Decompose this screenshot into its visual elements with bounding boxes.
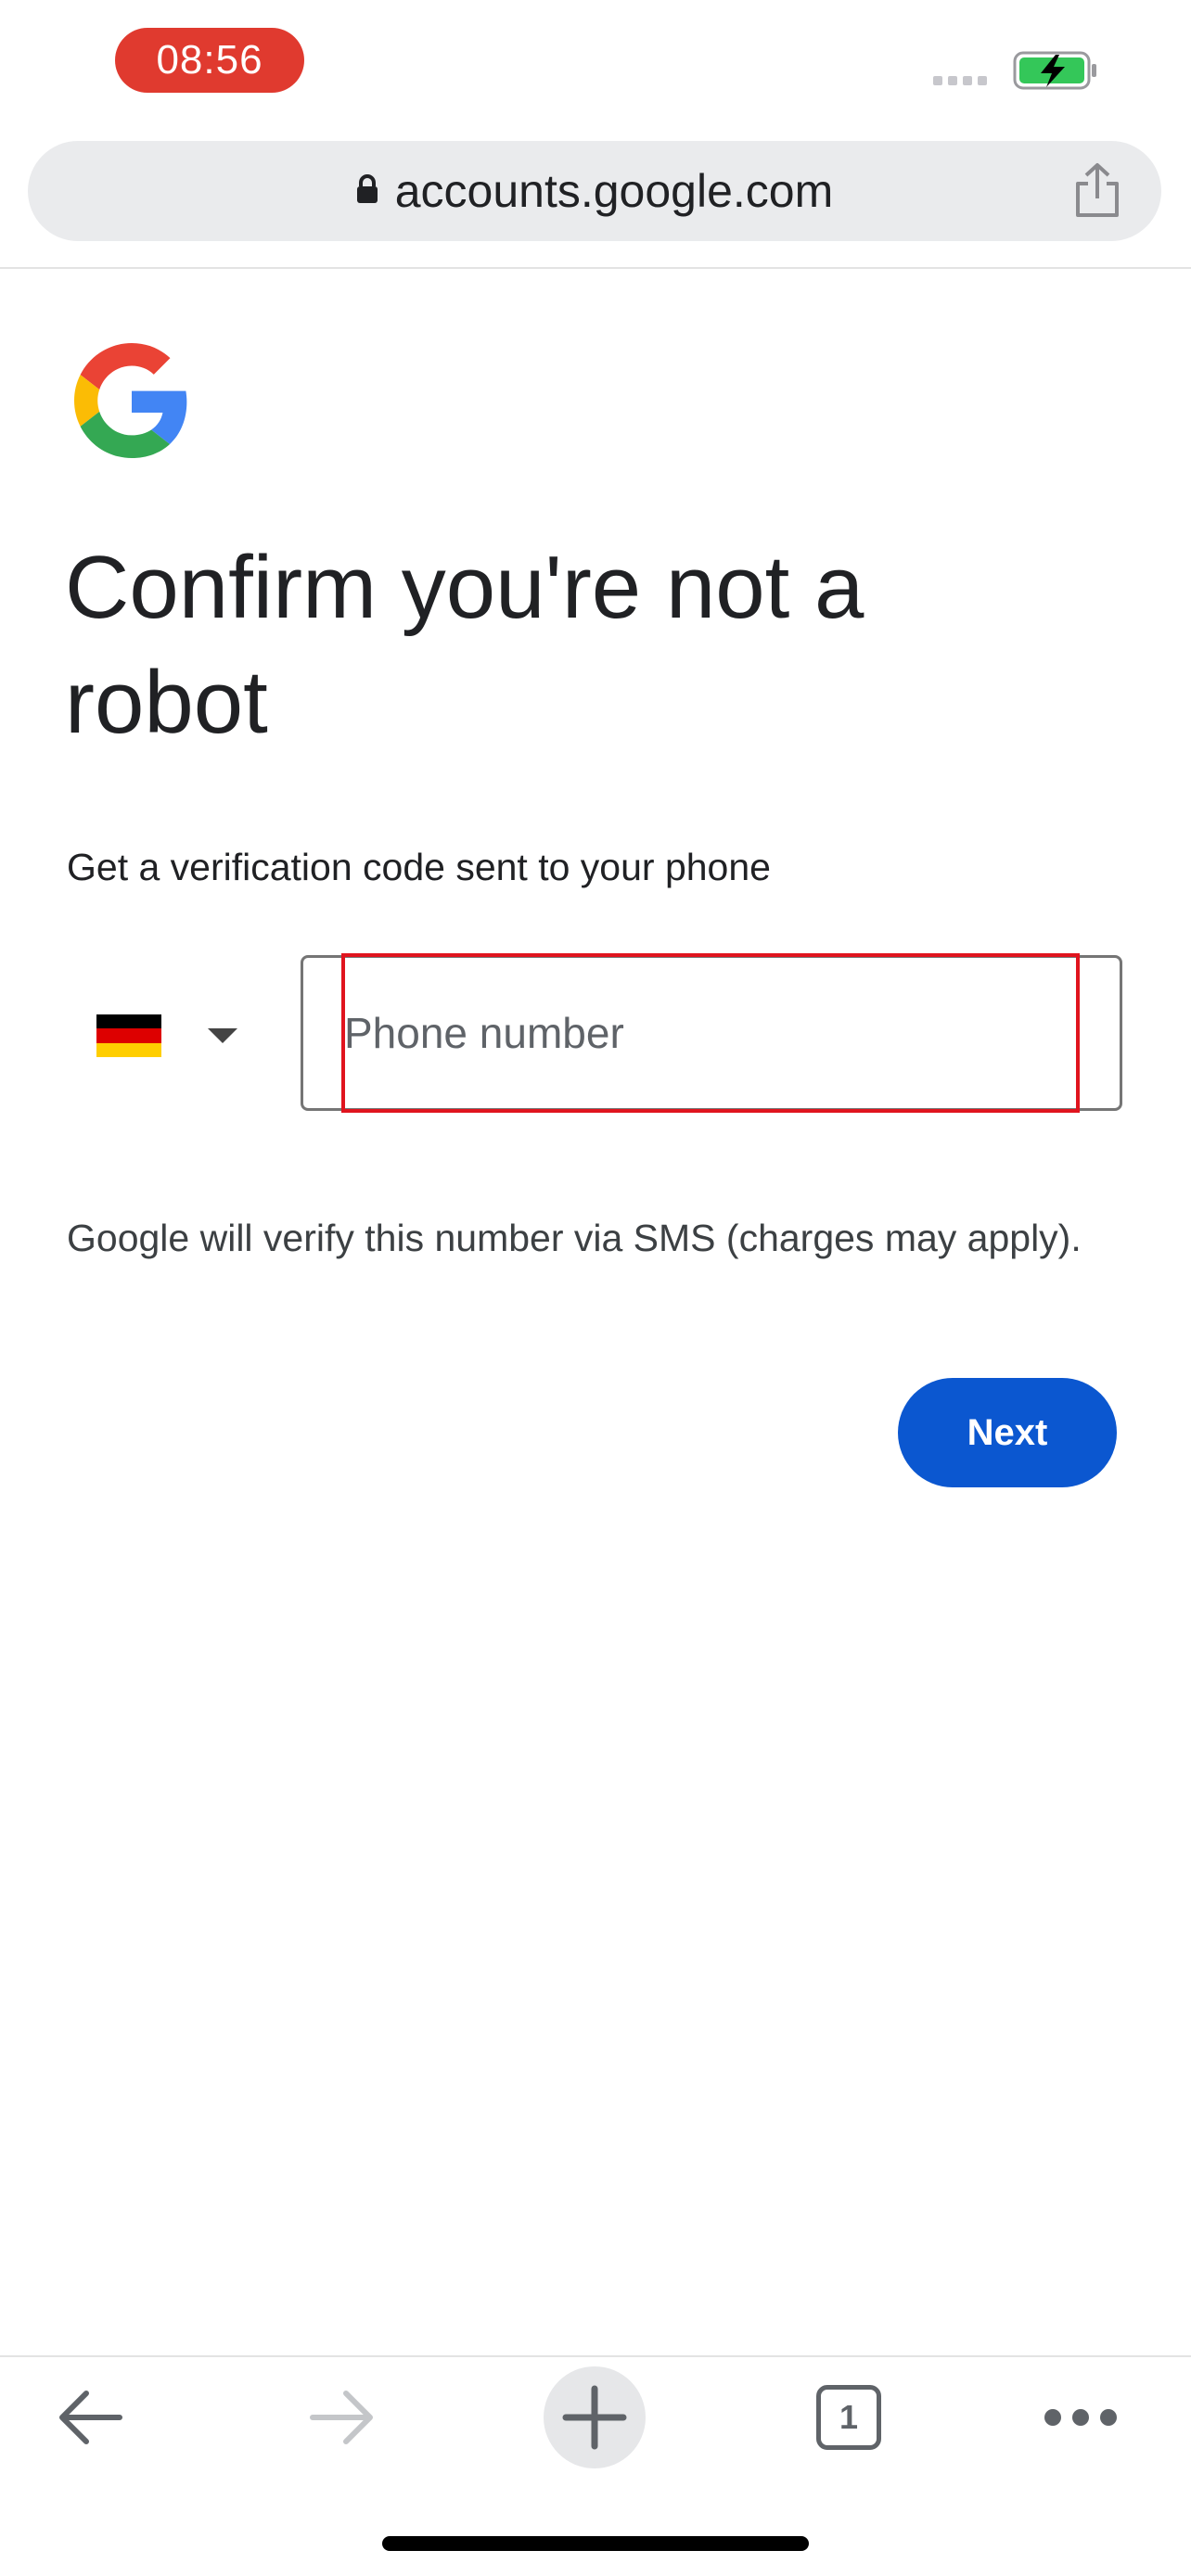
browser-toolbar: 1 — [0, 2357, 1191, 2478]
phone-number-input[interactable] — [344, 958, 1077, 1108]
subtitle: Get a verification code sent to your pho… — [67, 846, 771, 888]
back-icon — [59, 2391, 122, 2444]
next-button[interactable]: Next — [898, 1378, 1117, 1487]
home-indicator — [382, 2536, 809, 2551]
signal-icon — [933, 76, 987, 85]
more-menu-button[interactable] — [1030, 2366, 1132, 2468]
status-bar: 08:56 — [0, 0, 1191, 130]
share-icon[interactable] — [1072, 161, 1122, 219]
sms-note: Google will verify this number via SMS (… — [67, 1217, 1082, 1259]
dropdown-caret-icon — [208, 1028, 237, 1043]
tab-switcher-button[interactable]: 1 — [798, 2366, 900, 2468]
status-time: 08:56 — [115, 28, 304, 93]
more-icon — [1044, 2409, 1117, 2426]
phone-number-field[interactable] — [301, 955, 1122, 1111]
germany-flag-icon — [96, 1014, 161, 1057]
divider — [0, 267, 1191, 269]
google-g-logo — [74, 343, 187, 458]
url-text: accounts.google.com — [394, 165, 834, 217]
page-title: Confirm you're not a robot — [65, 538, 864, 752]
address-bar[interactable]: accounts.google.com — [28, 141, 1161, 241]
forward-icon — [310, 2391, 373, 2444]
tab-count: 1 — [816, 2385, 881, 2450]
forward-button[interactable] — [291, 2366, 393, 2468]
back-button[interactable] — [39, 2366, 141, 2468]
battery-charging-icon — [1013, 51, 1096, 90]
new-tab-button[interactable] — [544, 2366, 646, 2468]
lock-icon — [356, 174, 378, 203]
new-tab-icon — [562, 2385, 627, 2450]
country-select[interactable] — [96, 994, 263, 1078]
